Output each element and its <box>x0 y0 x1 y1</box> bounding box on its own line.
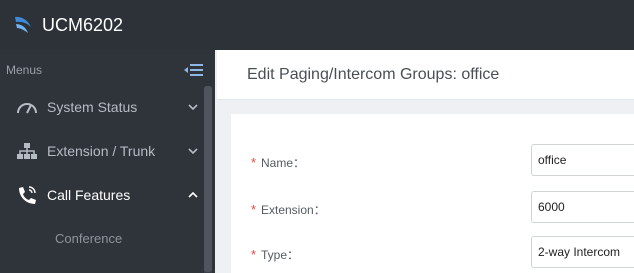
sidebar-item-extension-trunk[interactable]: Extension / Trunk <box>0 129 204 173</box>
network-icon <box>17 143 37 159</box>
sidebar-item-label: Extension / Trunk <box>47 143 156 159</box>
top-bar: UCM6202 <box>0 0 634 50</box>
page-title: Edit Paging/Intercom Groups: office <box>247 66 500 83</box>
name-label: Name： <box>261 156 306 170</box>
extension-input[interactable] <box>531 191 634 223</box>
gauge-icon <box>17 103 37 114</box>
page-header: Edit Paging/Intercom Groups: office <box>217 50 634 100</box>
sidebar-scrollbar-thumb[interactable] <box>204 86 212 272</box>
required-marker: * <box>251 155 257 170</box>
menus-label: Menus <box>6 63 43 77</box>
sidebar: Menus System Status Extension / Trunk Ca… <box>0 50 215 273</box>
menu-collapse-icon[interactable] <box>184 63 204 77</box>
chevron-up-icon <box>188 191 198 198</box>
form-card: * Name： * Extension： * Type： <box>231 114 634 273</box>
name-input[interactable] <box>531 144 634 176</box>
required-marker: * <box>251 247 257 262</box>
app-title[interactable]: UCM6202 <box>42 15 123 35</box>
phone-icon <box>19 186 36 204</box>
extension-label: Extension： <box>261 203 326 217</box>
grandstream-logo-icon[interactable] <box>12 14 34 36</box>
sidebar-item-label: System Status <box>47 99 138 115</box>
main-content: Edit Paging/Intercom Groups: office * Na… <box>215 50 634 273</box>
sidebar-subitem-label: Conference <box>55 231 123 246</box>
type-select[interactable] <box>531 236 634 268</box>
form-row-name: * Name： <box>231 144 634 178</box>
required-marker: * <box>251 202 257 217</box>
sidebar-item-system-status[interactable]: System Status <box>0 85 204 129</box>
sidebar-subitem-conference[interactable]: Conference <box>0 228 204 252</box>
type-label: Type： <box>261 248 300 262</box>
sidebar-item-label: Call Features <box>47 187 131 203</box>
form-row-extension: * Extension： <box>231 191 634 225</box>
form-row-type: * Type： <box>231 236 634 270</box>
chevron-down-icon <box>188 148 198 155</box>
sidebar-item-call-features[interactable]: Call Features <box>0 173 204 217</box>
chevron-down-icon <box>188 104 198 111</box>
